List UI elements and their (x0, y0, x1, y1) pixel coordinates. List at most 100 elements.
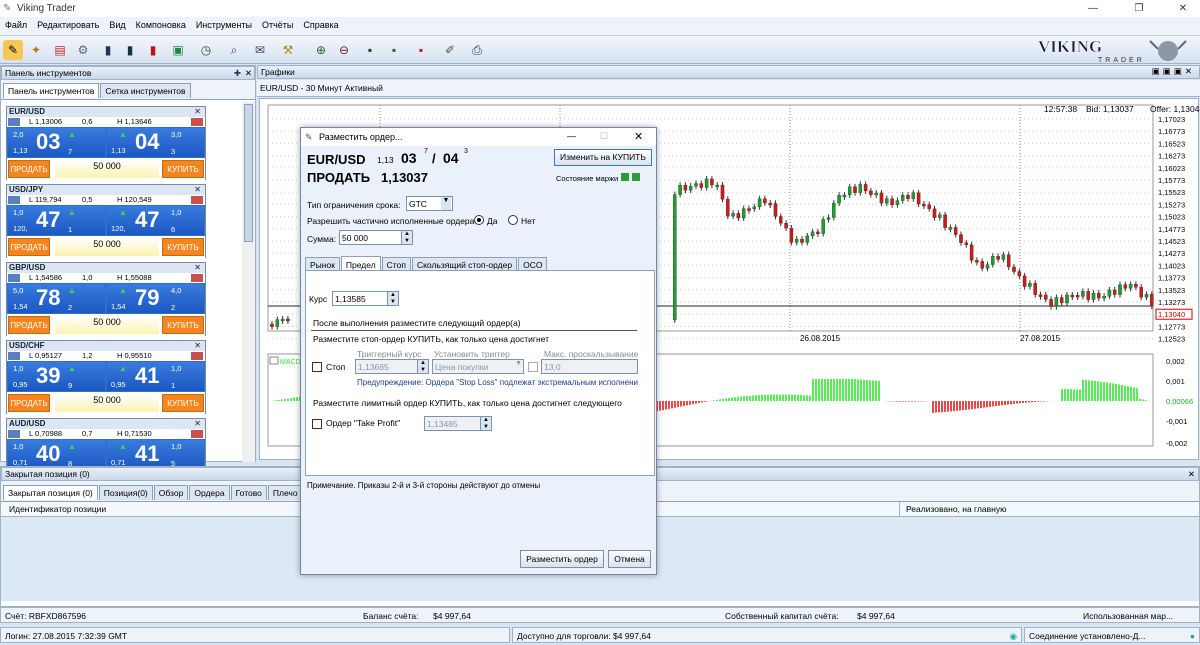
sell-price[interactable]: 5,0 1,54 78 2 ▲ (7, 283, 106, 314)
sell-price[interactable]: 1,0 120, 47 1 ▲ (7, 205, 106, 236)
menu-file[interactable]: Файл (0, 17, 32, 33)
panel-scrollbar[interactable] (242, 102, 255, 462)
trigger-select[interactable]: Цена покупки ▼ (432, 359, 524, 374)
card-header: EUR/USD ✕ (7, 107, 205, 117)
buy-button[interactable]: КУПИТЬ (162, 394, 204, 412)
amount-stepper[interactable]: ▲ ▼ (401, 230, 413, 245)
menu-help[interactable]: Справка (298, 17, 343, 33)
tab-leverage[interactable]: Плечо (267, 485, 303, 500)
instrument-card-gbp-usd[interactable]: GBP/USD ✕ L 1,54586 1,0 H 1,55088 5,0 1,54 78 2 ▲… (6, 262, 206, 336)
minimize-button[interactable]: — (1078, 1, 1108, 16)
print-icon[interactable]: ⎙ (467, 40, 487, 60)
sell-price[interactable]: 2,0 1,13 03 7 ▲ (7, 127, 106, 158)
switch-to-buy-button[interactable]: Изменить на КУПИТЬ (554, 149, 652, 166)
save-chart-icon[interactable]: ▪ (384, 40, 404, 60)
menu-view[interactable]: Вид (104, 17, 130, 33)
card-close-icon[interactable]: ✕ (194, 185, 201, 194)
slip-checkbox[interactable] (528, 362, 538, 372)
col-realized[interactable]: Реализовано, на главную (899, 502, 1007, 517)
clock-icon[interactable]: ◷ (196, 40, 216, 60)
draw-icon[interactable]: ✐ (440, 40, 460, 60)
close-window-button[interactable]: ✕ (1168, 1, 1198, 16)
tab-position[interactable]: Позиция(0) (98, 485, 153, 500)
take-profit-input[interactable]: 1,13485 (424, 416, 481, 431)
dialog-maximize[interactable]: ☐ (600, 131, 608, 142)
sell-button[interactable]: ПРОДАТЬ (8, 238, 50, 256)
instruments-icon[interactable]: ✦ (26, 40, 46, 60)
take-profit-stepper[interactable]: ▲ ▼ (480, 416, 492, 431)
orders-icon[interactable]: ▤ (50, 40, 70, 60)
dialog-minimize[interactable]: — (567, 131, 576, 141)
quantity-input[interactable]: 50 000 (55, 394, 159, 412)
search-doc-icon[interactable]: ⌕ (224, 40, 244, 60)
tools-icon[interactable]: ⚒ (278, 40, 298, 60)
sell-price[interactable]: 1,0 0,95 39 9 ▲ (7, 361, 106, 392)
card-close-icon[interactable]: ✕ (194, 341, 201, 350)
partial-no-radio[interactable] (508, 215, 518, 225)
pin-icon[interactable]: ✚ (234, 68, 241, 79)
instrument-card-usd-chf[interactable]: USD/CHF ✕ L 0,95127 1,2 H 0,95510 1,0 0,95 39 9 ▲… (6, 340, 206, 414)
buy-price[interactable]: 4,0 1,54 79 2 ▲ (106, 283, 205, 314)
col-position-id[interactable]: Идентификатор позиции (9, 504, 106, 514)
tab-overview[interactable]: Обзор (153, 485, 189, 500)
sell-button[interactable]: ПРОДАТЬ (8, 316, 50, 334)
quantity-input[interactable]: 50 000 (55, 238, 159, 256)
save-icon[interactable]: ▪ (360, 40, 380, 60)
tab-orders[interactable]: Ордера (189, 485, 230, 500)
menu-reports[interactable]: Отчёты (257, 17, 298, 33)
buy-price[interactable]: 1,0 0,95 41 1 ▲ (106, 361, 205, 392)
refresh-icon[interactable]: ◉ (1010, 631, 1017, 642)
instrument-card-usd-jpy[interactable]: USD/JPY ✕ L 119,794 0,5 H 120,549 1,0 120, 47 1 ▲… (6, 184, 206, 258)
rate-input[interactable]: 1,13585 (332, 291, 388, 306)
chart-image-icon[interactable]: ▣ (168, 40, 188, 60)
buy-button[interactable]: КУПИТЬ (162, 238, 204, 256)
chart-tab[interactable]: EUR/USD - 30 Минут Активный (260, 83, 383, 93)
book-blue-icon[interactable]: ▮ (98, 40, 118, 60)
tab-closed-position[interactable]: Закрытая позиция (0) (3, 485, 98, 500)
sell-button[interactable]: ПРОДАТЬ (8, 160, 50, 178)
tab-instrument-panel[interactable]: Панель инструментов (3, 83, 100, 98)
card-close-icon[interactable]: ✕ (194, 107, 201, 116)
pencil-tool-icon[interactable]: ✎ (3, 40, 23, 60)
candle (752, 206, 757, 209)
quantity-input[interactable]: 50 000 (55, 316, 159, 334)
card-close-icon[interactable]: ✕ (194, 419, 201, 428)
sell-button[interactable]: ПРОДАТЬ (8, 394, 50, 412)
tab-instrument-grid[interactable]: Сетка инструментов (100, 83, 191, 98)
zoom-out-icon[interactable]: ⊖ (334, 40, 354, 60)
save-red-icon[interactable]: ▪ (411, 40, 431, 60)
cancel-button[interactable]: Отмена (608, 550, 651, 568)
maximize-button[interactable]: ❐ (1124, 1, 1154, 16)
mail-icon[interactable]: ✉ (250, 40, 270, 60)
place-order-button[interactable]: Разместить ордер (520, 550, 604, 568)
stop-rate-input[interactable]: 1,13685 (355, 359, 418, 374)
menu-tools[interactable]: Инструменты (191, 17, 257, 33)
buy-button[interactable]: КУПИТЬ (162, 316, 204, 334)
expiry-select[interactable]: GTC ▼ (406, 196, 453, 211)
instrument-card-eur-usd[interactable]: EUR/USD ✕ L 1,13006 0,6 H 1,13646 2,0 1,13 03 7 ▲… (6, 106, 206, 180)
stop-checkbox[interactable] (312, 362, 322, 372)
book-red-icon[interactable]: ▮ (143, 40, 163, 60)
menu-layout[interactable]: Компоновка (131, 17, 191, 33)
rate-stepper[interactable]: ▲ ▼ (387, 291, 399, 306)
buy-price[interactable]: 3,0 1,13 04 3 ▲ (106, 127, 205, 158)
buy-price[interactable]: 1,0 120, 47 6 ▲ (106, 205, 205, 236)
book-navy-icon[interactable]: ▮ (120, 40, 140, 60)
partial-yes-radio[interactable] (474, 215, 484, 225)
quantity-input[interactable]: 50 000 (55, 160, 159, 178)
slip-input[interactable]: 13,0 (541, 359, 638, 374)
chart-window-controls[interactable]: ▣▣▣✕ (1152, 66, 1195, 77)
card-close-icon[interactable]: ✕ (194, 263, 201, 272)
zoom-in-icon[interactable]: ⊕ (311, 40, 331, 60)
dialog-close[interactable]: ✕ (634, 130, 643, 143)
take-profit-checkbox[interactable] (312, 419, 322, 429)
amount-input[interactable]: 50 000 (339, 230, 402, 245)
stop-rate-stepper[interactable]: ▲ ▼ (417, 359, 429, 374)
tab-done[interactable]: Готово (230, 485, 267, 500)
buy-button[interactable]: КУПИТЬ (162, 160, 204, 178)
dialog-note: Примечание. Приказы 2-й и 3-й стороны де… (307, 481, 541, 490)
panel-close-icon[interactable]: ✕ (245, 68, 252, 79)
positions-close-icon[interactable]: ✕ (1188, 469, 1195, 480)
menu-edit[interactable]: Редактировать (32, 17, 104, 33)
settings-icon[interactable]: ⚙ (73, 40, 93, 60)
